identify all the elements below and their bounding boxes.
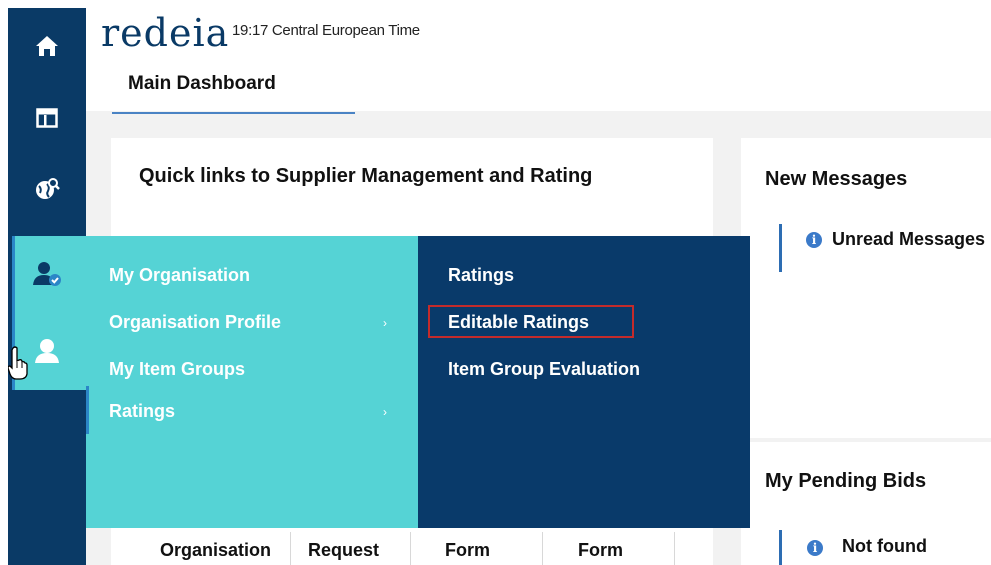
info-icon: i [806, 232, 822, 248]
tab-main-dashboard[interactable]: Main Dashboard [112, 70, 355, 114]
dashboard-layout-icon[interactable] [8, 90, 86, 146]
ratings-submenu: Ratings Editable Ratings Item Group Eval… [418, 236, 750, 528]
submenu-item-item-group-evaluation[interactable]: Item Group Evaluation [448, 359, 640, 380]
column-divider [674, 532, 675, 565]
globe-search-icon[interactable] [8, 161, 86, 217]
editable-ratings-highlight [428, 305, 634, 338]
redeia-logo[interactable]: redeia [101, 13, 229, 53]
column-divider [410, 532, 411, 565]
submenu-item-ratings[interactable]: Ratings [448, 265, 514, 286]
pending-bids-title: My Pending Bids [765, 470, 927, 492]
pending-bids-notice: i Not found [779, 530, 991, 565]
new-messages-card: New Messages i Unread Messages [741, 138, 991, 438]
unread-messages-label: Unread Messages [832, 229, 986, 249]
menu-item-my-organisation[interactable]: My Organisation [109, 265, 250, 286]
top-header: redeia 19:17 Central European Time Main … [86, 8, 991, 114]
column-header-organisation[interactable]: Organisation [160, 540, 271, 561]
pending-bids-status: Not found [842, 536, 927, 556]
column-header-form[interactable]: Form [445, 540, 490, 561]
ratings-active-marker [86, 386, 89, 434]
info-icon: i [807, 540, 823, 556]
new-messages-title: New Messages [765, 168, 908, 190]
left-nav-rail [8, 8, 86, 565]
unread-messages-notice[interactable]: i Unread Messages [779, 224, 991, 272]
user-check-icon[interactable] [8, 246, 86, 302]
organisation-menu: My Organisation Organisation Profile › M… [86, 236, 418, 528]
tab-label: Main Dashboard [128, 73, 276, 94]
column-header-request[interactable]: Request [308, 540, 379, 561]
home-icon[interactable] [8, 18, 86, 74]
timezone-clock: 19:17 Central European Time [232, 22, 420, 39]
app-window: redeia 19:17 Central European Time Main … [8, 8, 991, 565]
screen: redeia 19:17 Central European Time Main … [0, 0, 991, 565]
chevron-right-icon: › [383, 316, 387, 330]
column-header-form-2[interactable]: Form [578, 540, 623, 561]
menu-item-my-item-groups[interactable]: My Item Groups [109, 359, 245, 380]
column-divider [542, 532, 543, 565]
pending-bids-card: My Pending Bids i Not found [741, 442, 991, 565]
quick-links-title: Quick links to Supplier Management and R… [139, 165, 593, 187]
column-divider [290, 532, 291, 565]
menu-item-organisation-profile[interactable]: Organisation Profile [109, 312, 281, 333]
hand-pointer-icon [8, 346, 28, 385]
chevron-right-icon: › [383, 405, 387, 419]
menu-item-ratings[interactable]: Ratings [109, 401, 175, 422]
